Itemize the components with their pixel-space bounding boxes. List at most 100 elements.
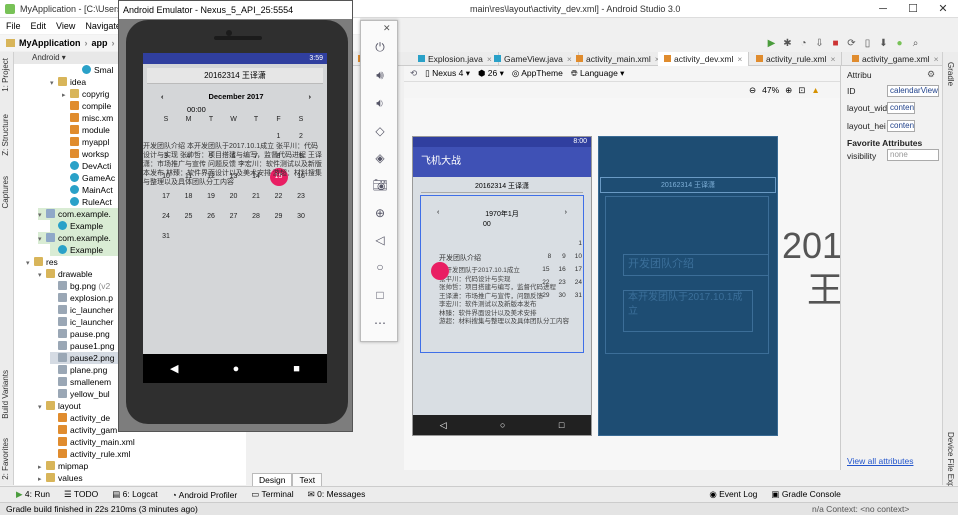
selected-calendar-view[interactable] xyxy=(420,195,584,353)
recents-button[interactable]: ■ xyxy=(293,363,300,375)
next-month-button[interactable]: › xyxy=(308,92,311,101)
api-selector[interactable]: ⬢ 26 ▾ xyxy=(478,68,504,79)
menu-file[interactable]: File xyxy=(6,21,21,31)
tool-profiler[interactable]: ◔ Android Profiler xyxy=(172,490,238,500)
tab-text[interactable]: Text xyxy=(292,473,323,487)
calendar-day[interactable]: 21 xyxy=(245,190,267,204)
minimize-button[interactable]: ─ xyxy=(868,0,898,18)
back-button[interactable]: ◀ xyxy=(170,362,178,375)
breadcrumb-project[interactable]: MyApplication xyxy=(19,38,81,48)
calendar-day[interactable]: 27 xyxy=(223,210,245,224)
tab-structure[interactable]: Z: Structure xyxy=(1,114,10,156)
gear-icon[interactable]: ⚙ xyxy=(927,69,935,80)
expand-arrow-icon[interactable]: ▾ xyxy=(38,270,46,282)
calendar-day[interactable]: 17 xyxy=(155,190,177,204)
warnings-icon[interactable]: ▲ xyxy=(811,85,819,95)
profile-icon[interactable]: ◔ xyxy=(798,38,809,49)
expand-arrow-icon[interactable]: ▾ xyxy=(38,234,46,246)
emulator-screen[interactable]: 3:59 20162314 王译潇 ‹ December 2017 › 00:0… xyxy=(143,53,327,383)
calendar-day[interactable]: 30 xyxy=(290,210,312,224)
editor-tab[interactable]: activity_dev.xml × xyxy=(658,52,750,66)
editor-tab[interactable]: activity_main.xml× xyxy=(570,52,667,66)
calendar-day[interactable]: 23 xyxy=(290,190,312,204)
calendar-day[interactable]: 22 xyxy=(268,190,290,204)
volume-up-icon[interactable]: 🔊︎ xyxy=(361,65,399,85)
visibility-dropdown[interactable]: none xyxy=(887,149,939,161)
layout-width-field[interactable]: content xyxy=(887,102,915,114)
editor-tab[interactable]: Explosion.java × xyxy=(412,52,499,66)
language-selector[interactable]: 🌐︎ Language ▾ xyxy=(571,68,625,79)
menu-view[interactable]: View xyxy=(56,21,75,31)
tree-item[interactable]: ▸ values xyxy=(38,472,246,484)
calendar-day[interactable]: 24 xyxy=(155,210,177,224)
tab-project[interactable]: 1: Project xyxy=(1,58,10,92)
expand-arrow-icon[interactable]: ▾ xyxy=(26,258,34,270)
editor-tab[interactable]: activity_rule.xml × xyxy=(750,52,843,66)
tab-favorites[interactable]: 2: Favorites xyxy=(1,438,10,480)
calendar-day[interactable]: 26 xyxy=(200,210,222,224)
close-icon[interactable]: ✕ xyxy=(383,23,391,34)
calendar-day[interactable]: 28 xyxy=(245,210,267,224)
calendar-day[interactable]: 31 xyxy=(155,230,177,244)
tree-item[interactable]: activity_rule.xml xyxy=(50,448,246,460)
time-field[interactable]: 00:00 xyxy=(187,105,206,114)
blueprint-title[interactable]: 20162314 王译潇 xyxy=(600,177,776,193)
blueprint-textview-2[interactable]: 本开发团队于2017.10.1成立 xyxy=(623,290,753,332)
tool-terminal[interactable]: ▭ Terminal xyxy=(251,489,293,500)
rotate-right-icon[interactable]: ◈ xyxy=(361,148,399,168)
sdk-manager-icon[interactable]: ⬇ xyxy=(878,38,889,49)
close-tab-icon[interactable]: × xyxy=(737,54,742,64)
more-icon[interactable]: ⋯ xyxy=(361,313,399,333)
tree-item[interactable]: activity_main.xml xyxy=(50,436,246,448)
tab-gradle[interactable]: Gradle xyxy=(946,62,955,86)
theme-selector[interactable]: ◎ AppTheme xyxy=(512,68,563,79)
preview-title-text[interactable]: 20162314 王译潇 xyxy=(421,181,583,193)
back-icon[interactable]: ◁ xyxy=(361,230,399,250)
camera-icon[interactable]: 📷︎ xyxy=(361,175,399,195)
zoom-out-icon[interactable]: ⊖ xyxy=(749,85,756,96)
search-icon[interactable]: ⌕ xyxy=(910,38,921,49)
tab-captures[interactable]: Captures xyxy=(1,176,10,208)
sync-icon[interactable]: ⟳ xyxy=(846,38,857,49)
home-button[interactable]: ● xyxy=(233,363,240,375)
tool-run[interactable]: ▶ 4: Run xyxy=(16,489,50,500)
stop-icon[interactable]: ■ xyxy=(830,38,841,49)
zoom-icon[interactable]: ⊕ xyxy=(361,203,399,223)
debug-icon[interactable]: ✱ xyxy=(782,38,793,49)
maximize-button[interactable]: ☐ xyxy=(898,0,928,18)
run-icon[interactable]: ▶ xyxy=(766,38,777,49)
tool-logcat[interactable]: ▤ 6: Logcat xyxy=(112,489,157,500)
tool-event-log[interactable]: ◉ Event Log xyxy=(709,489,757,500)
expand-arrow-icon[interactable]: ▾ xyxy=(38,402,46,414)
zoom-in-icon[interactable]: ⊕ xyxy=(785,85,792,96)
home-icon[interactable]: ○ xyxy=(361,257,399,277)
calendar-day[interactable]: 19 xyxy=(200,190,222,204)
expand-arrow-icon[interactable]: ▾ xyxy=(50,78,58,90)
menu-navigate[interactable]: Navigate xyxy=(85,21,121,31)
menu-edit[interactable]: Edit xyxy=(31,21,47,31)
volume-down-icon[interactable]: 🔉︎ xyxy=(361,93,399,113)
tab-build-variants[interactable]: Build Variants xyxy=(1,370,10,419)
calendar-day[interactable]: 25 xyxy=(178,210,200,224)
avd-manager-icon[interactable]: ▯ xyxy=(862,38,873,49)
overview-icon[interactable]: □ xyxy=(361,285,399,305)
tool-gradle-console[interactable]: ▣ Gradle Console xyxy=(771,489,840,500)
tab-design[interactable]: Design xyxy=(252,473,293,487)
id-field[interactable]: calendarView xyxy=(887,85,939,97)
editor-tab[interactable]: activity_game.xml × xyxy=(846,52,946,66)
calendar-day[interactable]: 18 xyxy=(178,190,200,204)
android-icon[interactable]: ● xyxy=(894,38,905,49)
tool-messages[interactable]: ✉ 0: Messages xyxy=(308,489,366,500)
tool-todo[interactable]: ☰ TODO xyxy=(64,489,98,500)
app-title-text[interactable]: 20162314 王译潇 xyxy=(147,68,323,84)
prev-month-button[interactable]: ‹ xyxy=(161,92,164,101)
orientation-icon[interactable]: ⟲ xyxy=(410,68,417,79)
rotate-left-icon[interactable]: ◇ xyxy=(361,121,399,141)
zoom-fit-icon[interactable]: ⊡ xyxy=(798,85,805,96)
close-button[interactable]: ✕ xyxy=(928,0,958,18)
view-all-attributes-link[interactable]: View all attributes xyxy=(847,455,913,467)
device-selector[interactable]: ▯ Nexus 4 ▾ xyxy=(425,68,470,79)
attach-icon[interactable]: ⇩ xyxy=(814,38,825,49)
calendar-day[interactable]: 20 xyxy=(223,190,245,204)
blueprint-textview-1[interactable]: 开发团队介绍 xyxy=(623,254,769,276)
